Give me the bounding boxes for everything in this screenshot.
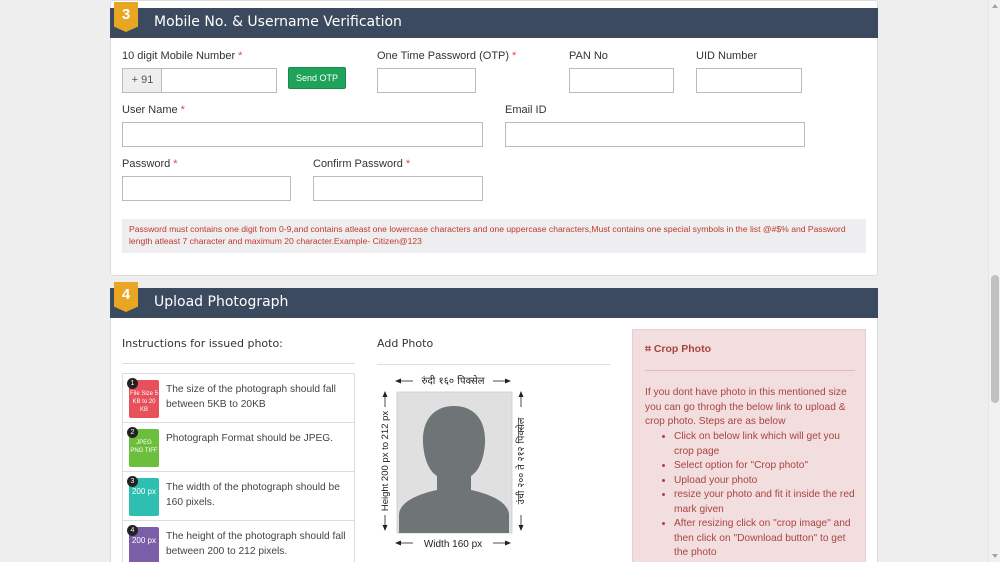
sample-photo[interactable]: रुंदी १६० पिक्सेल Height 200 px to 212 p… — [377, 373, 529, 550]
top-width-label: रुंदी १६० पिक्सेल — [421, 375, 484, 387]
confirm-password-label: Confirm Password * — [313, 158, 411, 170]
list-item: 4 200 px The height of the photograph sh… — [123, 521, 354, 562]
section-3-header: 3 Mobile No. & Username Verification — [110, 2, 878, 38]
instruction-text: The height of the photograph should fall… — [166, 531, 346, 557]
pan-input[interactable] — [569, 68, 674, 93]
username-label: User Name * — [122, 104, 185, 116]
mobile-number-label: 10 digit Mobile Number * — [122, 50, 243, 62]
otp-input[interactable] — [377, 68, 476, 93]
photo-instructions-list: 1 File Size 5 KB to 20 KB The size of th… — [122, 373, 355, 562]
otp-label: One Time Password (OTP) * — [377, 50, 517, 62]
email-input[interactable] — [505, 122, 805, 147]
password-label: Password * — [122, 158, 178, 170]
password-input[interactable] — [122, 176, 291, 201]
username-input[interactable] — [122, 122, 483, 147]
file-size-icon: 1 File Size 5 KB to 20 KB — [127, 378, 159, 418]
add-photo-divider — [377, 364, 610, 365]
list-item: resize your photo and fit it inside the … — [674, 488, 859, 517]
height-icon: 4 200 px — [127, 525, 159, 562]
instructions-heading: Instructions for issued photo: — [122, 337, 283, 350]
section-3-title: Mobile No. & Username Verification — [154, 14, 402, 30]
scroll-down-icon[interactable] — [992, 554, 998, 558]
email-label: Email ID — [505, 104, 547, 116]
vertical-scrollbar[interactable] — [988, 0, 1000, 562]
step-badge-3: 3 — [114, 2, 138, 32]
scroll-up-icon[interactable] — [992, 4, 998, 8]
country-code-prefix: + 91 — [122, 68, 162, 93]
left-height-label: Height 200 px to 212 px — [380, 411, 391, 512]
section-4-header: 4 Upload Photograph — [110, 282, 878, 318]
crop-steps-list: Click on below link which will get you c… — [663, 430, 859, 561]
crop-icon: ⌗ — [645, 343, 651, 355]
scrollbar-thumb[interactable] — [991, 275, 999, 403]
pan-label: PAN No — [569, 50, 608, 62]
crop-divider — [645, 370, 855, 371]
uid-input[interactable] — [696, 68, 802, 93]
crop-intro-text: If you dont have photo in this mentioned… — [645, 387, 847, 427]
sample-photo-graphic: रुंदी १६० पिक्सेल Height 200 px to 212 p… — [380, 375, 527, 550]
send-otp-button[interactable]: Send OTP — [288, 67, 346, 89]
mobile-number-input[interactable] — [161, 68, 277, 93]
right-height-label: उंची २०० ते २१२ पिक्सेल — [515, 417, 527, 504]
confirm-password-input[interactable] — [313, 176, 483, 201]
list-item: 1 File Size 5 KB to 20 KB The size of th… — [123, 374, 354, 423]
instruction-text: The size of the photograph should fall b… — [166, 384, 336, 410]
page: 3 Mobile No. & Username Verification 10 … — [0, 0, 988, 562]
width-icon: 3 200 px — [127, 476, 159, 516]
list-item: 2 JPEG PNG TIFF Photograph Format should… — [123, 423, 354, 472]
instructions-divider — [122, 363, 355, 364]
bottom-width-label: Width 160 px — [424, 539, 482, 549]
section-4-title: Upload Photograph — [154, 294, 289, 310]
list-item: Select option for "Crop photo" — [674, 459, 859, 474]
list-item: Click on below link which will get you c… — [674, 430, 859, 459]
instruction-text: The width of the photograph should be 16… — [166, 482, 340, 508]
list-item: 3 200 px The width of the photograph sho… — [123, 472, 354, 521]
list-item: After resizing click on "crop image" and… — [674, 517, 859, 561]
instruction-text: Photograph Format should be JPEG. — [166, 433, 334, 444]
add-photo-heading: Add Photo — [377, 337, 434, 350]
password-rules-note: Password must contains one digit from 0-… — [122, 219, 866, 253]
step-badge-4: 4 — [114, 282, 138, 312]
crop-photo-title: ⌗ Crop Photo — [645, 343, 711, 355]
uid-label: UID Number — [696, 50, 758, 62]
list-item: Upload your photo — [674, 474, 859, 489]
crop-photo-panel: ⌗ Crop Photo If you dont have photo in t… — [632, 329, 866, 562]
file-format-icon: 2 JPEG PNG TIFF — [127, 427, 159, 467]
